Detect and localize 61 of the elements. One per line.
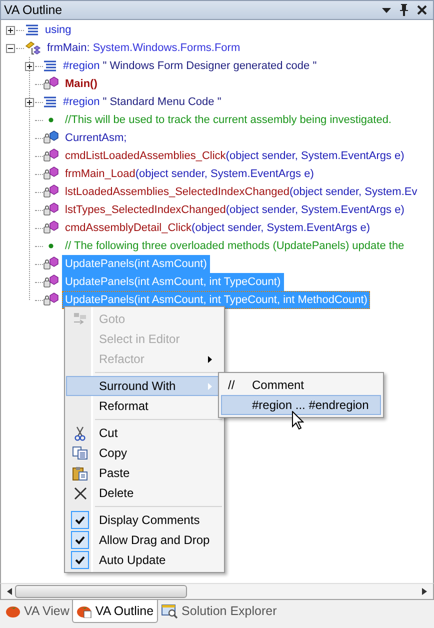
expand-button[interactable] <box>25 62 34 70</box>
menu-item[interactable]: Auto Update <box>66 550 223 570</box>
tree-item[interactable]: lstLoadedAssemblies_SelectedIndexChanged(object sender, System.Ev <box>62 183 420 201</box>
tree-item[interactable]: CurrentAsm; <box>62 129 130 147</box>
goto-icon <box>73 312 87 326</box>
tab[interactable]: VA Outline <box>72 600 158 623</box>
dropdown-icon[interactable] <box>382 8 391 12</box>
menu-item[interactable]: Paste <box>66 463 223 483</box>
tree-item[interactable]: // The following three overloaded methods (UpdatePanels) update the <box>62 237 408 255</box>
submenu-arrow-icon <box>208 356 212 363</box>
menu-item[interactable]: // Comment <box>221 375 381 395</box>
delete-icon <box>74 486 86 500</box>
tab[interactable]: VA View <box>2 600 72 622</box>
expand-button[interactable] <box>6 26 15 34</box>
menu-item[interactable]: Copy <box>66 443 223 463</box>
paste-icon <box>72 466 88 480</box>
tree-item[interactable]: cmdListLoadedAssemblies_Click(object sender, System.EventArgs e) <box>62 147 408 165</box>
method-icon <box>43 202 59 218</box>
scroll-thumb[interactable] <box>15 585 187 598</box>
close-icon[interactable] <box>417 5 427 15</box>
tree-item[interactable]: cmdAssemblyDetail_Click(object sender, System.EventArgs e) <box>62 219 374 237</box>
copy-icon <box>72 446 88 460</box>
explorer-icon <box>160 604 179 618</box>
tomato-icon <box>5 604 21 618</box>
collapse-button[interactable] <box>6 44 15 52</box>
method-icon <box>43 256 59 272</box>
menu-item[interactable]: Delete <box>66 483 223 503</box>
method-icon <box>43 148 59 164</box>
tree-item[interactable]: frmMain: System.Windows.Forms.Form <box>44 39 244 57</box>
method-icon <box>43 292 59 308</box>
menu-item[interactable]: Display Comments <box>66 510 223 530</box>
method-icon <box>43 76 59 92</box>
region-icon <box>43 60 57 72</box>
tree-item[interactable]: //This will be used to track the current assembly being investigated. <box>62 111 394 129</box>
region-icon <box>43 96 57 108</box>
expand-button[interactable] <box>25 98 34 106</box>
tomato-icon <box>76 604 92 618</box>
menu-item[interactable]: #region ... #endregion <box>221 395 381 415</box>
horizontal-scrollbar[interactable] <box>0 583 434 600</box>
scroll-left-icon[interactable] <box>7 588 12 595</box>
class-icon <box>25 40 41 56</box>
submenu-arrow-icon <box>208 383 212 390</box>
tree-item[interactable]: #region " Standard Menu Code " <box>60 93 224 111</box>
window-title: VA Outline <box>4 3 64 17</box>
method-icon <box>43 274 59 290</box>
region-icon <box>25 24 39 36</box>
tree-item[interactable]: lstTypes_SelectedIndexChanged(object sender, System.EventArgs e) <box>62 201 408 219</box>
menu-item[interactable]: Allow Drag and Drop <box>66 530 223 550</box>
pin-icon[interactable] <box>399 4 409 16</box>
scissors-icon <box>74 426 86 440</box>
method-icon <box>43 220 59 236</box>
tab[interactable]: Solution Explorer <box>158 600 280 622</box>
method-icon <box>43 166 59 182</box>
method-icon <box>43 184 59 200</box>
menu-item[interactable]: Cut <box>66 423 223 443</box>
tree-item[interactable]: using <box>42 21 74 39</box>
tree-item[interactable]: frmMain_Load(object sender, System.EventArgs e) <box>62 165 317 183</box>
tree-item[interactable]: #region " Windows Form Designer generated code " <box>60 57 320 75</box>
tree-item[interactable]: Main() <box>62 75 100 93</box>
scroll-right-icon[interactable] <box>422 588 427 595</box>
field-icon <box>43 130 59 146</box>
